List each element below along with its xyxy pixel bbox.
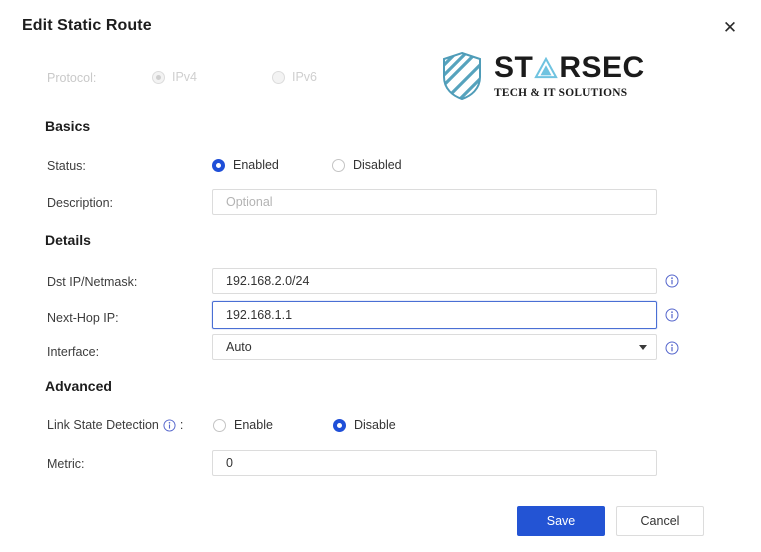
metric-input[interactable] xyxy=(212,450,657,476)
status-option-enabled[interactable]: Enabled xyxy=(212,158,279,172)
logo-word-part1: ST xyxy=(494,51,534,84)
logo-wordmark: ST RSEC xyxy=(494,53,645,83)
status-option-disabled[interactable]: Disabled xyxy=(332,158,402,172)
protocol-label: Protocol: xyxy=(47,71,97,85)
dst-ip-netmask-label: Dst IP/Netmask: xyxy=(47,275,138,289)
save-button[interactable]: Save xyxy=(517,506,605,536)
link-state-option-disable[interactable]: Disable xyxy=(333,418,396,432)
interface-select-value: Auto xyxy=(226,340,252,354)
interface-label: Interface: xyxy=(47,345,100,359)
info-icon-dst-ip-netmask[interactable] xyxy=(665,274,679,288)
logo-text: ST RSEC TECH & IT SOLUTIONS xyxy=(494,53,645,100)
metric-label: Metric: xyxy=(47,457,85,471)
section-heading-details: Details xyxy=(45,232,91,248)
link-state-detection-label-text: Link State Detection xyxy=(47,418,159,432)
close-icon[interactable]: ✕ xyxy=(717,14,743,40)
protocol-option-ipv6-label: IPv6 xyxy=(292,70,318,84)
info-icon-next-hop-ip[interactable] xyxy=(665,308,679,322)
link-state-option-enable-label: Enable xyxy=(234,418,273,432)
protocol-option-ipv4: IPv4 xyxy=(152,70,197,84)
dst-ip-netmask-input[interactable] xyxy=(212,268,657,294)
shield-icon xyxy=(440,51,484,101)
starsec-logo: ST RSEC TECH & IT SOLUTIONS xyxy=(440,50,650,102)
status-option-disabled-label: Disabled xyxy=(353,158,402,172)
radio-icon-link-state-enable[interactable] xyxy=(213,418,226,432)
radio-icon-link-state-disable[interactable] xyxy=(333,418,346,432)
description-label: Description: xyxy=(47,196,113,210)
radio-icon-ipv4 xyxy=(152,70,165,84)
radio-icon-ipv6 xyxy=(272,70,285,84)
section-heading-basics: Basics xyxy=(45,118,91,134)
cancel-button[interactable]: Cancel xyxy=(616,506,704,536)
link-state-detection-colon: : xyxy=(179,418,184,432)
logo-tagline: TECH & IT SOLUTIONS xyxy=(494,87,628,99)
description-input[interactable] xyxy=(212,189,657,215)
edit-static-route-dialog: Edit Static Route ✕ Protocol: IPv4 IPv6 xyxy=(0,0,761,552)
next-hop-ip-input[interactable] xyxy=(212,301,657,329)
link-state-detection-label: Link State Detection : xyxy=(47,418,183,432)
page-title: Edit Static Route xyxy=(22,17,152,34)
info-icon-interface[interactable] xyxy=(665,341,679,355)
triangle-a-icon xyxy=(534,57,559,79)
radio-icon-disabled[interactable] xyxy=(332,158,345,172)
protocol-option-ipv4-label: IPv4 xyxy=(172,70,198,84)
status-label: Status: xyxy=(47,159,86,173)
next-hop-ip-label: Next-Hop IP: xyxy=(47,311,119,325)
chevron-down-icon[interactable] xyxy=(639,344,647,350)
radio-icon-enabled[interactable] xyxy=(212,158,225,172)
section-heading-advanced: Advanced xyxy=(45,378,112,394)
link-state-option-disable-label: Disable xyxy=(354,418,396,432)
logo-word-part2: RSEC xyxy=(559,51,645,84)
info-icon-link-state-detection[interactable] xyxy=(163,418,176,432)
protocol-option-ipv6: IPv6 xyxy=(272,70,317,84)
status-option-enabled-label: Enabled xyxy=(233,158,279,172)
link-state-option-enable[interactable]: Enable xyxy=(213,418,273,432)
interface-select[interactable]: Auto xyxy=(212,334,657,360)
